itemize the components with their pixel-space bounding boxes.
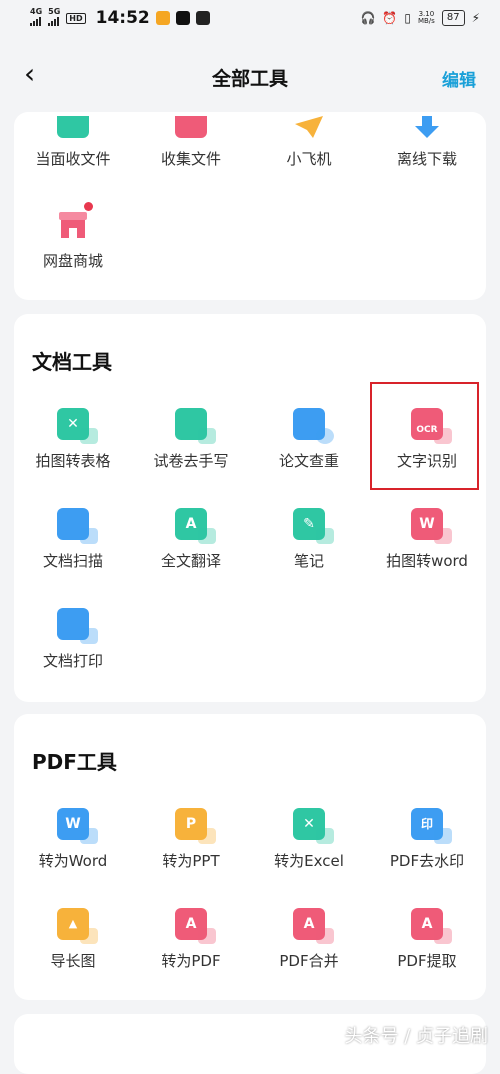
doc-tools-card: 文档工具 ✕ 拍图转表格 试卷去手写 论文查重 OCR 文字识别 文档扫描 A … bbox=[14, 314, 486, 702]
tool-label: 转为PDF bbox=[161, 952, 221, 970]
section-title: 文档工具 bbox=[32, 350, 112, 374]
notification-dot bbox=[84, 202, 93, 211]
tool-to-excel[interactable]: ✕ 转为Excel bbox=[250, 808, 368, 871]
note-icon: ✎ bbox=[293, 508, 334, 544]
tool-label: PDF去水印 bbox=[389, 852, 465, 870]
nav-bar: ‹ 全部工具 编辑 bbox=[0, 38, 500, 116]
highlight-box bbox=[370, 382, 479, 490]
tool-label: PDF合并 bbox=[279, 952, 339, 970]
tool-store[interactable]: 网盘商城 bbox=[14, 202, 132, 271]
tool-label: 全文翻译 bbox=[160, 552, 221, 570]
remove-handwriting-icon bbox=[175, 408, 216, 444]
store-icon bbox=[57, 202, 93, 240]
photo-to-word-icon: W bbox=[411, 508, 452, 544]
pdf-extract-icon: A bbox=[411, 908, 452, 944]
tool-label: PDF提取 bbox=[397, 952, 457, 970]
to-pdf-icon: A bbox=[175, 908, 216, 944]
tool-label: 文档扫描 bbox=[42, 552, 103, 570]
tool-offline-download[interactable]: 离线下载 bbox=[368, 116, 486, 169]
tool-label: 论文查重 bbox=[278, 452, 339, 470]
tool-pdf-merge[interactable]: A PDF合并 bbox=[250, 908, 368, 971]
edit-button[interactable]: 编辑 bbox=[442, 66, 476, 91]
tool-remove-watermark[interactable]: 印 PDF去水印 bbox=[368, 808, 486, 871]
tool-to-word[interactable]: W 转为Word bbox=[14, 808, 132, 871]
paper-plane-icon bbox=[293, 116, 325, 138]
to-excel-icon: ✕ bbox=[293, 808, 334, 844]
tool-translate[interactable]: A 全文翻译 bbox=[132, 508, 250, 571]
tool-doc-scan[interactable]: 文档扫描 bbox=[14, 508, 132, 571]
tool-label: 当面收文件 bbox=[35, 150, 111, 168]
tool-to-pdf[interactable]: A 转为PDF bbox=[132, 908, 250, 971]
tool-label: 导长图 bbox=[50, 952, 96, 970]
tool-remove-handwriting[interactable]: 试卷去手写 bbox=[132, 408, 250, 471]
tool-label: 转为Excel bbox=[274, 852, 344, 870]
alarm-icon: ⏰ bbox=[382, 11, 398, 25]
pdf-merge-icon: A bbox=[293, 908, 334, 944]
tool-paper-check[interactable]: 论文查重 bbox=[250, 408, 368, 471]
tool-label: 文档打印 bbox=[42, 652, 103, 670]
tool-label: 转为Word bbox=[38, 852, 108, 870]
to-word-icon: W bbox=[57, 808, 98, 844]
charging-icon: ⚡ bbox=[471, 11, 480, 25]
tool-photo-to-table[interactable]: ✕ 拍图转表格 bbox=[14, 408, 132, 471]
headphone-icon: 🎧 bbox=[360, 11, 376, 25]
remove-watermark-icon: 印 bbox=[411, 808, 452, 844]
transfer-tools-card: 当面收文件 收集文件 小飞机 离线下载 网盘商城 bbox=[14, 112, 486, 300]
tool-label: 试卷去手写 bbox=[153, 452, 229, 470]
doc-scan-icon bbox=[57, 508, 98, 544]
signal-icon: 4G bbox=[30, 8, 42, 28]
tool-label: 网盘商城 bbox=[42, 252, 103, 270]
tiktok-icon bbox=[175, 11, 190, 25]
tool-label: 拍图转word bbox=[386, 552, 468, 570]
tool-receive-file[interactable]: 当面收文件 bbox=[14, 116, 132, 169]
section-title: PDF工具 bbox=[32, 750, 117, 774]
tool-label: 笔记 bbox=[293, 552, 324, 570]
tool-to-ppt[interactable]: P 转为PPT bbox=[132, 808, 250, 871]
net-speed: 3.10 MB/s bbox=[417, 10, 435, 25]
clock: 14:52 bbox=[95, 8, 150, 28]
page-title: 全部工具 bbox=[211, 68, 288, 90]
status-bar: 4G 5G HD 14:52 🎧 ⏰ ▯ 3.10 MB/s 87 ⚡ bbox=[0, 0, 500, 38]
battery-level: 87 bbox=[441, 10, 465, 26]
weibo-icon bbox=[155, 11, 170, 25]
receive-file-icon bbox=[57, 116, 89, 138]
tool-photo-to-word[interactable]: W 拍图转word bbox=[368, 508, 486, 571]
tool-long-image[interactable]: ▲ 导长图 bbox=[14, 908, 132, 971]
tool-label: 拍图转表格 bbox=[35, 452, 111, 470]
tool-label: 收集文件 bbox=[160, 150, 221, 168]
to-ppt-icon: P bbox=[175, 808, 216, 844]
tool-label: 转为PPT bbox=[162, 852, 220, 870]
tool-paper-plane[interactable]: 小飞机 bbox=[250, 116, 368, 169]
vibrate-icon: ▯ bbox=[404, 11, 411, 25]
tool-label: 小飞机 bbox=[286, 150, 332, 168]
tool-pdf-extract[interactable]: A PDF提取 bbox=[368, 908, 486, 971]
collect-file-icon bbox=[175, 116, 207, 138]
tool-doc-print[interactable]: 文档打印 bbox=[14, 608, 132, 671]
tool-note[interactable]: ✎ 笔记 bbox=[250, 508, 368, 571]
printer-icon bbox=[57, 608, 98, 644]
pdf-tools-card: PDF工具 W 转为Word P 转为PPT ✕ 转为Excel 印 PDF去水… bbox=[14, 714, 486, 1000]
tool-label: 离线下载 bbox=[396, 150, 457, 168]
paper-check-icon bbox=[293, 408, 334, 444]
app-icon bbox=[195, 11, 210, 25]
long-image-icon: ▲ bbox=[57, 908, 98, 944]
tool-collect-file[interactable]: 收集文件 bbox=[132, 116, 250, 169]
translate-icon: A bbox=[175, 508, 216, 544]
download-icon bbox=[411, 116, 443, 138]
photo-to-table-icon: ✕ bbox=[57, 408, 98, 444]
watermark: 头条号 / 贞子追剧 bbox=[344, 1026, 488, 1047]
hd-badge: HD bbox=[66, 12, 86, 24]
signal-icon-2: 5G bbox=[48, 8, 60, 28]
